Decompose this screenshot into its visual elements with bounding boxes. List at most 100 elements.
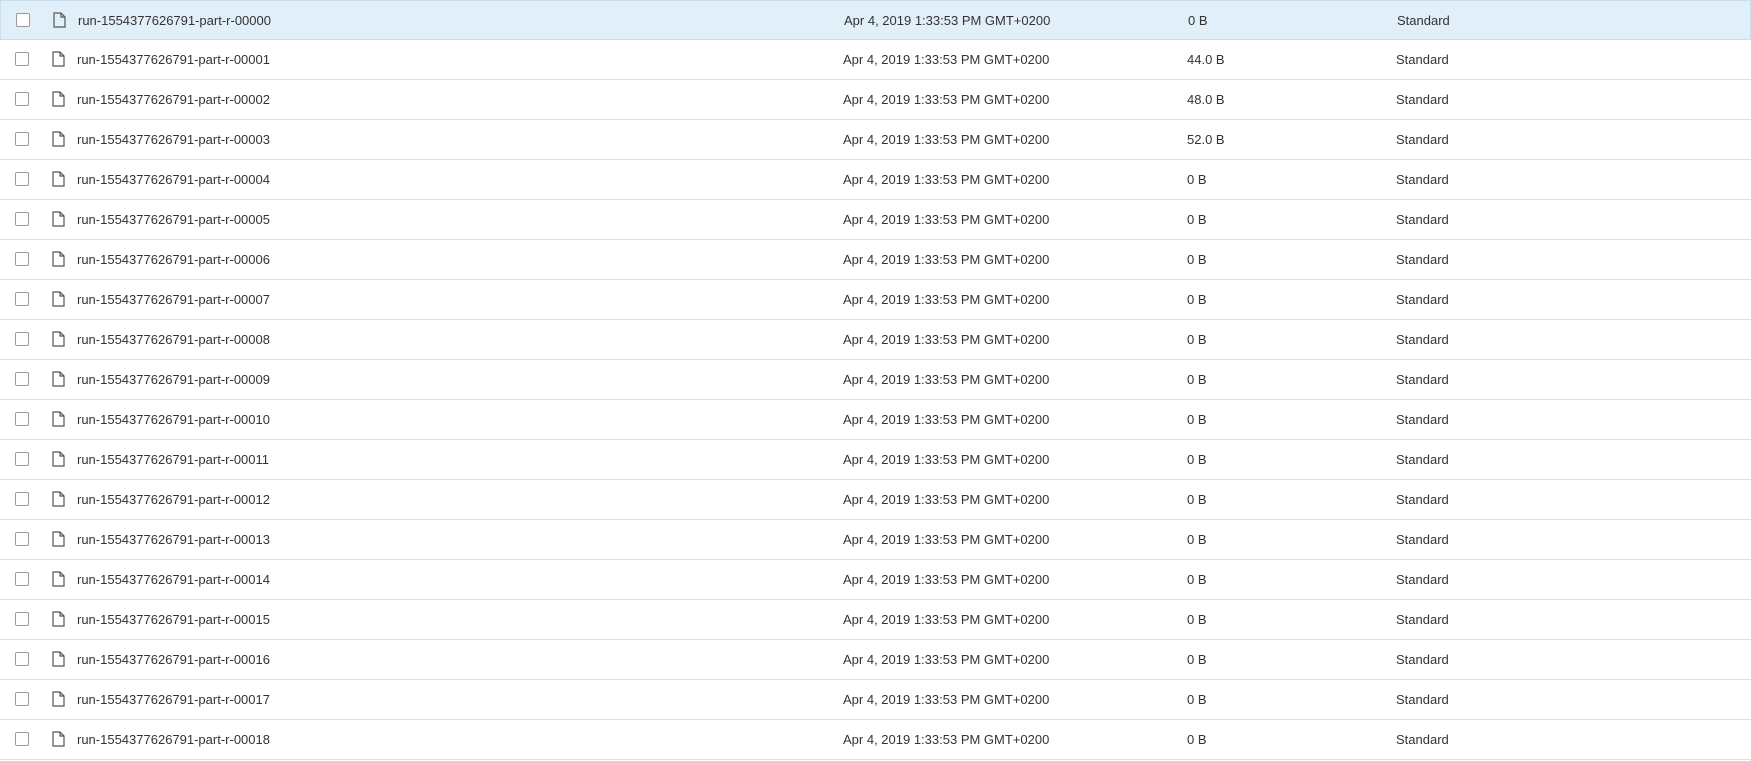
storage-class: Standard [1396,172,1449,187]
storage-class: Standard [1396,652,1449,667]
file-icon [52,720,68,759]
file-icon [52,160,68,199]
file-name-link[interactable]: run-1554377626791-part-r-00009 [77,360,270,399]
last-modified: Apr 4, 2019 1:33:53 PM GMT+0200 [843,572,1050,587]
file-name-link[interactable]: run-1554377626791-part-r-00002 [77,80,270,119]
row-checkbox[interactable] [15,572,29,586]
table-row[interactable]: run-1554377626791-part-r-00004 Apr 4, 201… [0,160,1751,200]
row-checkbox-cell [15,640,35,679]
row-checkbox[interactable] [15,132,29,146]
file-name-link[interactable]: run-1554377626791-part-r-00005 [77,200,270,239]
file-icon [52,680,68,719]
file-size: 0 B [1187,292,1207,307]
file-icon [52,440,68,479]
table-row[interactable]: run-1554377626791-part-r-00001 Apr 4, 201… [0,40,1751,80]
file-size: 0 B [1188,13,1208,28]
file-size: 48.0 B [1187,92,1225,107]
file-icon [52,280,68,319]
storage-class: Standard [1396,212,1449,227]
row-checkbox[interactable] [15,172,29,186]
file-size: 0 B [1187,692,1207,707]
file-name-link[interactable]: run-1554377626791-part-r-00013 [77,520,270,559]
row-checkbox[interactable] [15,652,29,666]
row-checkbox[interactable] [15,332,29,346]
table-row[interactable]: run-1554377626791-part-r-00018 Apr 4, 201… [0,720,1751,760]
file-size: 0 B [1187,252,1207,267]
table-row[interactable]: run-1554377626791-part-r-00000 Apr 4, 201… [0,0,1751,40]
file-name-link[interactable]: run-1554377626791-part-r-00001 [77,40,270,79]
file-name-link[interactable]: run-1554377626791-part-r-00017 [77,680,270,719]
file-size: 0 B [1187,732,1207,747]
file-size: 0 B [1187,452,1207,467]
row-checkbox-cell [16,1,36,40]
file-icon [52,40,68,79]
table-row[interactable]: run-1554377626791-part-r-00016 Apr 4, 201… [0,640,1751,680]
row-checkbox[interactable] [15,412,29,426]
file-size: 0 B [1187,412,1207,427]
last-modified: Apr 4, 2019 1:33:53 PM GMT+0200 [843,452,1050,467]
row-checkbox-cell [15,680,35,719]
storage-class: Standard [1396,372,1449,387]
storage-class: Standard [1396,492,1449,507]
table-row[interactable]: run-1554377626791-part-r-00006 Apr 4, 201… [0,240,1751,280]
row-checkbox[interactable] [15,452,29,466]
row-checkbox[interactable] [15,612,29,626]
file-name-link[interactable]: run-1554377626791-part-r-00016 [77,640,270,679]
table-row[interactable]: run-1554377626791-part-r-00010 Apr 4, 201… [0,400,1751,440]
file-size: 44.0 B [1187,52,1225,67]
file-name-link[interactable]: run-1554377626791-part-r-00014 [77,560,270,599]
file-name-link[interactable]: run-1554377626791-part-r-00003 [77,120,270,159]
row-checkbox[interactable] [15,492,29,506]
row-checkbox[interactable] [15,252,29,266]
table-row[interactable]: run-1554377626791-part-r-00015 Apr 4, 201… [0,600,1751,640]
last-modified: Apr 4, 2019 1:33:53 PM GMT+0200 [843,692,1050,707]
row-checkbox-cell [15,400,35,439]
row-checkbox[interactable] [15,372,29,386]
file-name-link[interactable]: run-1554377626791-part-r-00015 [77,600,270,639]
table-row[interactable]: run-1554377626791-part-r-00002 Apr 4, 201… [0,80,1751,120]
row-checkbox-cell [15,240,35,279]
table-row[interactable]: run-1554377626791-part-r-00005 Apr 4, 201… [0,200,1751,240]
table-row[interactable]: run-1554377626791-part-r-00003 Apr 4, 201… [0,120,1751,160]
row-checkbox[interactable] [15,52,29,66]
table-row[interactable]: run-1554377626791-part-r-00009 Apr 4, 201… [0,360,1751,400]
table-row[interactable]: run-1554377626791-part-r-00008 Apr 4, 201… [0,320,1751,360]
file-name-link[interactable]: run-1554377626791-part-r-00012 [77,480,270,519]
row-checkbox[interactable] [15,532,29,546]
last-modified: Apr 4, 2019 1:33:53 PM GMT+0200 [843,212,1050,227]
file-name-link[interactable]: run-1554377626791-part-r-00000 [78,1,271,40]
last-modified: Apr 4, 2019 1:33:53 PM GMT+0200 [844,13,1051,28]
file-name-link[interactable]: run-1554377626791-part-r-00004 [77,160,270,199]
file-icon [52,560,68,599]
row-checkbox-cell [15,480,35,519]
table-row[interactable]: run-1554377626791-part-r-00013 Apr 4, 201… [0,520,1751,560]
table-row[interactable]: run-1554377626791-part-r-00012 Apr 4, 201… [0,480,1751,520]
table-row[interactable]: run-1554377626791-part-r-00017 Apr 4, 201… [0,680,1751,720]
row-checkbox[interactable] [16,13,30,27]
file-icon [52,240,68,279]
file-name-link[interactable]: run-1554377626791-part-r-00010 [77,400,270,439]
table-row[interactable]: run-1554377626791-part-r-00011 Apr 4, 201… [0,440,1751,480]
row-checkbox[interactable] [15,692,29,706]
row-checkbox[interactable] [15,212,29,226]
table-row[interactable]: run-1554377626791-part-r-00014 Apr 4, 201… [0,560,1751,600]
row-checkbox-cell [15,600,35,639]
row-checkbox[interactable] [15,92,29,106]
row-checkbox[interactable] [15,292,29,306]
file-name-link[interactable]: run-1554377626791-part-r-00008 [77,320,270,359]
last-modified: Apr 4, 2019 1:33:53 PM GMT+0200 [843,252,1050,267]
file-name-link[interactable]: run-1554377626791-part-r-00007 [77,280,270,319]
file-list: run-1554377626791-part-r-00000 Apr 4, 201… [0,0,1751,761]
file-name-link[interactable]: run-1554377626791-part-r-00011 [77,440,269,479]
row-checkbox[interactable] [15,732,29,746]
file-name-link[interactable]: run-1554377626791-part-r-00018 [77,720,270,759]
file-size: 0 B [1187,572,1207,587]
row-checkbox-cell [15,40,35,79]
storage-class: Standard [1396,452,1449,467]
table-row[interactable]: run-1554377626791-part-r-00007 Apr 4, 201… [0,280,1751,320]
file-name-link[interactable]: run-1554377626791-part-r-00006 [77,240,270,279]
storage-class: Standard [1396,52,1449,67]
row-checkbox-cell [15,720,35,759]
row-checkbox-cell [15,360,35,399]
storage-class: Standard [1396,252,1449,267]
